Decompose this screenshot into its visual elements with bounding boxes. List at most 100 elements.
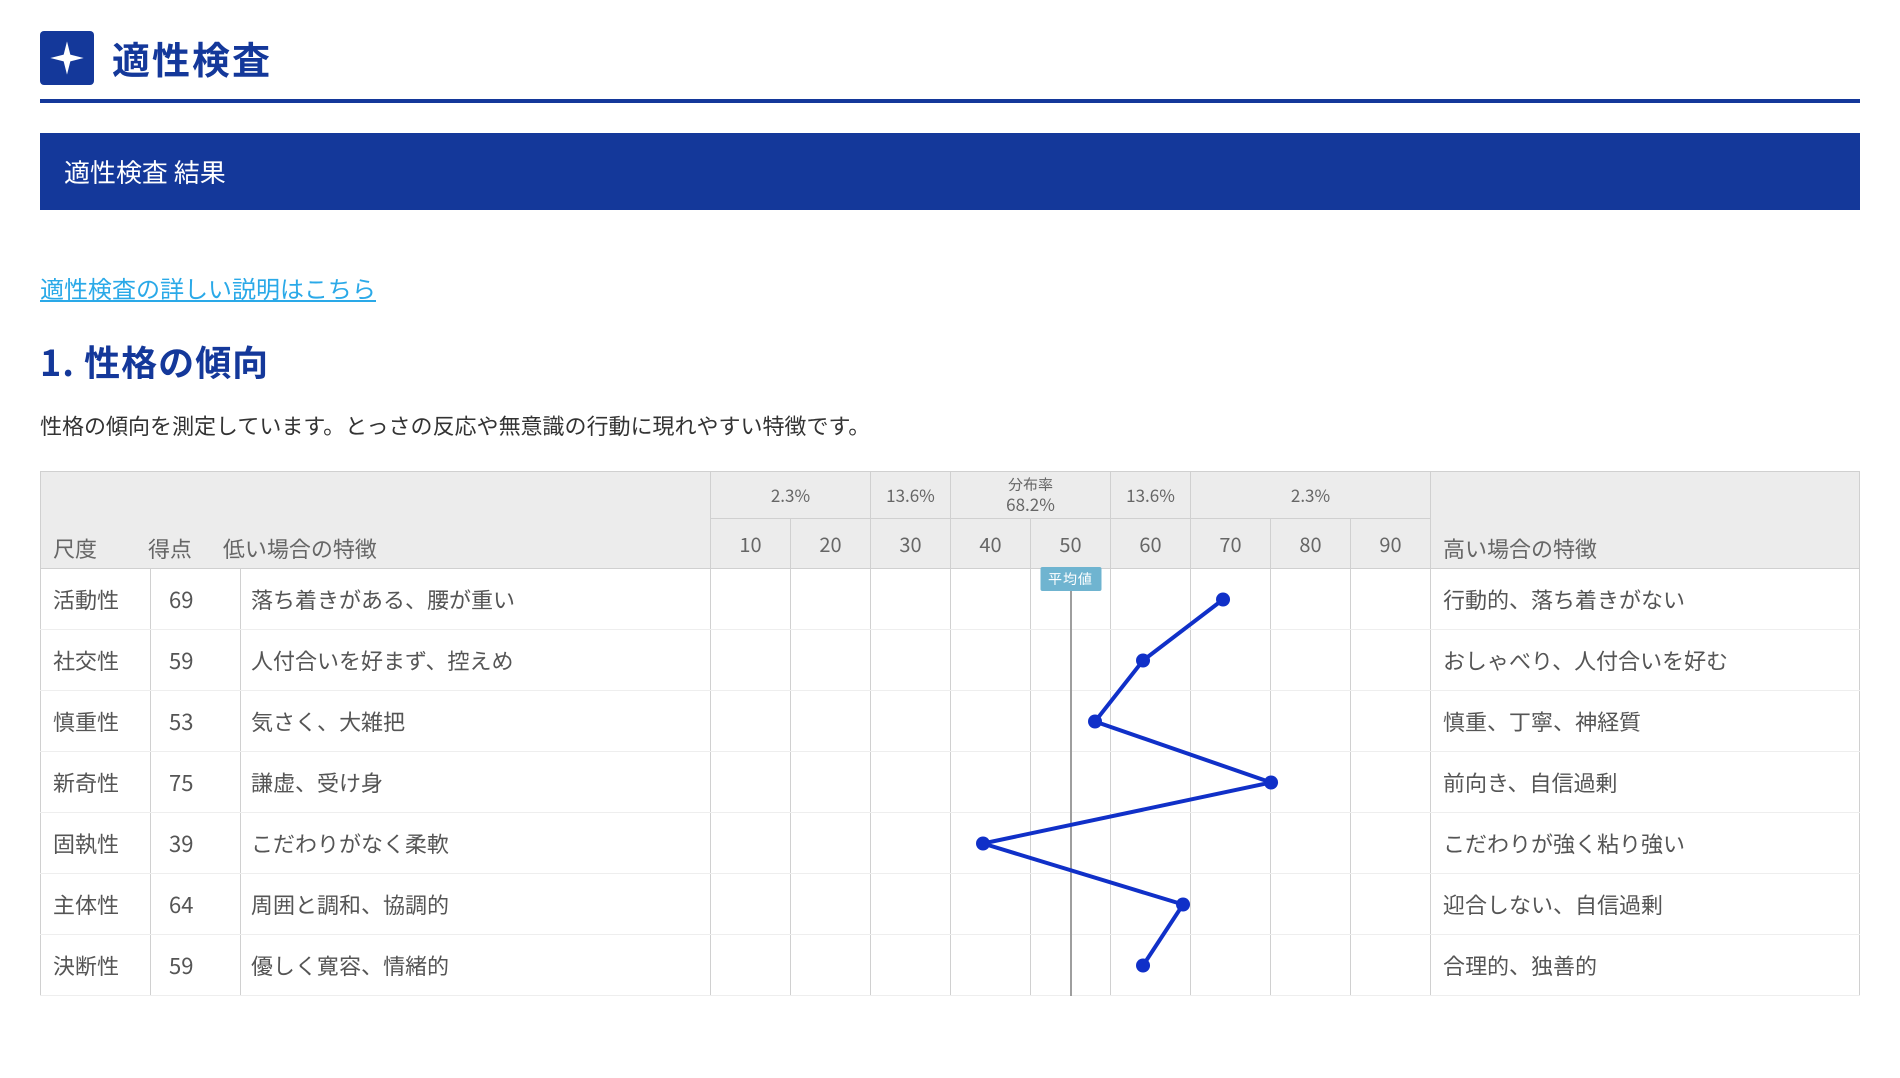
- low-trait-cell: 優しく寛容、情緒的: [241, 935, 711, 996]
- table-row: 社交性59人付合いを好まず、控えめ おしゃべり、人付合いを好む: [41, 630, 1860, 691]
- chart-grid-cell: [1191, 874, 1271, 935]
- chart-grid-cell: [1271, 813, 1351, 874]
- chart-grid-cell: [1191, 935, 1271, 996]
- logo-icon: [40, 31, 94, 85]
- chart-grid-cell: [1351, 752, 1431, 813]
- chart-grid-cell: [1031, 935, 1111, 996]
- chart-grid-cell: [1111, 935, 1191, 996]
- page-title: 適性検査: [112, 30, 272, 85]
- distribution-cell: 2.3%: [711, 472, 871, 519]
- header-scale: 尺度: [53, 532, 143, 564]
- chart-grid-cell: [871, 935, 951, 996]
- low-trait-cell: 人付合いを好まず、控えめ: [241, 630, 711, 691]
- table-row: 決断性59優しく寛容、情緒的合理的、独善的: [41, 935, 1860, 996]
- chart-grid-cell: [951, 691, 1031, 752]
- table-row: 新奇性75謙虚、受け身前向き、自信過剰: [41, 752, 1860, 813]
- table-row: 主体性64周囲と調和、協調的 迎合しない、自信過剰: [41, 874, 1860, 935]
- table-row: 慎重性53気さく、大雑把 慎重、丁寧、神経質: [41, 691, 1860, 752]
- chart-grid-cell: [1031, 813, 1111, 874]
- results-table-wrapper: 尺度 得点 低い場合の特徴 2.3%13.6%分布率68.2%13.6%2.3%…: [40, 471, 1860, 996]
- table-row: 活動性69落ち着きがある、腰が重い 行動的、落ち着きがない: [41, 569, 1860, 630]
- tick-header: 70: [1191, 519, 1271, 569]
- chart-grid-cell: [711, 752, 791, 813]
- chart-grid-cell: [1271, 874, 1351, 935]
- page-header: 適性検査: [40, 20, 1860, 103]
- low-trait-cell: 落ち着きがある、腰が重い: [241, 569, 711, 630]
- chart-grid-cell: [1031, 630, 1111, 691]
- low-trait-cell: 気さく、大雑把: [241, 691, 711, 752]
- table-row: 固執性39こだわりがなく柔軟こだわりが強く粘り強い: [41, 813, 1860, 874]
- header-score: 得点: [148, 532, 218, 564]
- chart-grid-cell: [711, 874, 791, 935]
- chart-grid-cell: [1191, 691, 1271, 752]
- chart-grid-cell: [791, 752, 871, 813]
- high-trait-cell: こだわりが強く粘り強い: [1431, 813, 1860, 874]
- chart-grid-cell: [1271, 630, 1351, 691]
- chart-grid-cell: [1111, 691, 1191, 752]
- chart-grid-cell: [711, 935, 791, 996]
- chart-grid-cell: [1031, 874, 1111, 935]
- chart-grid-cell: [1111, 630, 1191, 691]
- tick-header: 20: [791, 519, 871, 569]
- chart-grid-cell: [1351, 874, 1431, 935]
- tick-header: 30: [871, 519, 951, 569]
- tick-header: 40: [951, 519, 1031, 569]
- chart-grid-cell: [1031, 752, 1111, 813]
- high-trait-cell: おしゃべり、人付合いを好む: [1431, 630, 1860, 691]
- scale-cell: 活動性: [41, 569, 151, 630]
- chart-grid-cell: [791, 630, 871, 691]
- chart-grid-cell: [1351, 935, 1431, 996]
- result-bar: 適性検査 結果: [40, 133, 1860, 210]
- score-cell: 75: [151, 752, 241, 813]
- distribution-cell: 2.3%: [1191, 472, 1431, 519]
- chart-grid-cell: [951, 630, 1031, 691]
- high-trait-cell: 慎重、丁寧、神経質: [1431, 691, 1860, 752]
- section-description: 性格の傾向を測定しています。とっさの反応や無意識の行動に現れやすい特徴です。: [40, 409, 1860, 441]
- chart-grid-cell: [951, 813, 1031, 874]
- chart-grid-cell: [1111, 813, 1191, 874]
- score-cell: 59: [151, 630, 241, 691]
- chart-grid-cell: [711, 569, 791, 630]
- chart-grid-cell: [1191, 630, 1271, 691]
- chart-grid-cell: [871, 569, 951, 630]
- scale-cell: 社交性: [41, 630, 151, 691]
- detail-link[interactable]: 適性検査の詳しい説明はこちら: [40, 270, 376, 305]
- chart-grid-cell: [871, 752, 951, 813]
- chart-grid-cell: [1111, 752, 1191, 813]
- distribution-header-row: 尺度 得点 低い場合の特徴 2.3%13.6%分布率68.2%13.6%2.3%…: [41, 472, 1860, 519]
- chart-grid-cell: [951, 752, 1031, 813]
- score-cell: 69: [151, 569, 241, 630]
- low-trait-cell: こだわりがなく柔軟: [241, 813, 711, 874]
- low-trait-cell: 周囲と調和、協調的: [241, 874, 711, 935]
- chart-grid-cell: [951, 569, 1031, 630]
- tick-header: 80: [1271, 519, 1351, 569]
- scale-cell: 慎重性: [41, 691, 151, 752]
- score-cell: 39: [151, 813, 241, 874]
- high-trait-cell: 前向き、自信過剰: [1431, 752, 1860, 813]
- tick-header: 60: [1111, 519, 1191, 569]
- chart-grid-cell: [1271, 752, 1351, 813]
- score-cell: 53: [151, 691, 241, 752]
- scale-cell: 主体性: [41, 874, 151, 935]
- scale-cell: 新奇性: [41, 752, 151, 813]
- results-tbody: 活動性69落ち着きがある、腰が重い行動的、落ち着きがない社交性59人付合いを好ま…: [41, 569, 1860, 996]
- distribution-cell: 分布率68.2%: [951, 472, 1111, 519]
- high-trait-cell: 合理的、独善的: [1431, 935, 1860, 996]
- chart-grid-cell: [1351, 813, 1431, 874]
- chart-grid-cell: [791, 813, 871, 874]
- tick-header: 90: [1351, 519, 1431, 569]
- tick-header: 10: [711, 519, 791, 569]
- high-trait-cell: 迎合しない、自信過剰: [1431, 874, 1860, 935]
- chart-grid-cell: [1191, 813, 1271, 874]
- score-cell: 64: [151, 874, 241, 935]
- chart-grid-cell: [871, 691, 951, 752]
- chart-grid-cell: [1031, 569, 1111, 630]
- chart-grid-cell: [791, 691, 871, 752]
- high-trait-cell: 行動的、落ち着きがない: [1431, 569, 1860, 630]
- chart-grid-cell: [951, 935, 1031, 996]
- sparkle-icon: [47, 38, 87, 78]
- score-cell: 59: [151, 935, 241, 996]
- section-title: 1. 性格の傾向: [40, 335, 1860, 387]
- chart-grid-cell: [791, 874, 871, 935]
- chart-grid-cell: [1351, 569, 1431, 630]
